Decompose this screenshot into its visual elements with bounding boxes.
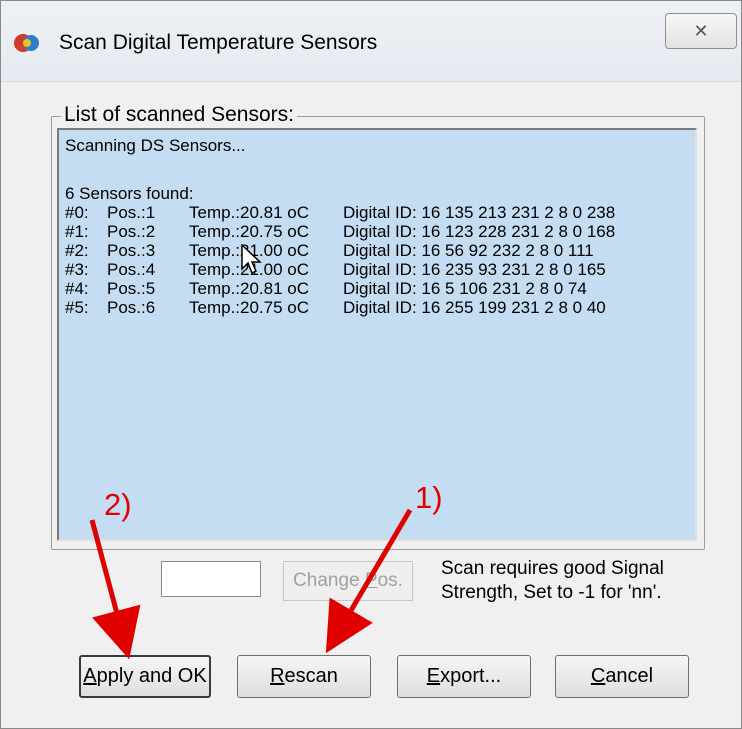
sensor-digital-id: Digital ID: 16 5 106 231 2 8 0 74 (343, 279, 587, 298)
sensor-temperature: Temp.:20.75 oC (189, 298, 310, 317)
sensor-digital-id: Digital ID: 16 235 93 231 2 8 0 165 (343, 260, 606, 279)
export-button[interactable]: Export... (397, 655, 531, 698)
change-pos-label-prefix: Change (293, 570, 365, 591)
change-pos-label-suffix: os. (377, 570, 403, 591)
sensor-digital-id: Digital ID: 16 123 228 231 2 8 0 168 (343, 222, 616, 241)
sensor-index: #4: (65, 279, 89, 298)
dialog-window: Scan Digital Temperature Sensors ✕ List … (0, 0, 742, 729)
apply-rest: pply and OK (96, 665, 207, 687)
scan-status-text: Scanning DS Sensors... (65, 136, 246, 155)
sensor-position: Pos.:3 (107, 241, 156, 260)
sensor-temperature: Temp.:20.75 oC (189, 222, 310, 241)
sensor-position: Pos.:1 (107, 203, 156, 222)
title-bar[interactable]: Scan Digital Temperature Sensors ✕ (1, 1, 741, 82)
sensor-position: Pos.:4 (107, 260, 156, 279)
window-title: Scan Digital Temperature Sensors (59, 31, 378, 54)
rescan-rest: escan (284, 665, 338, 687)
sensor-digital-id: Digital ID: 16 56 92 232 2 8 0 111 (343, 241, 594, 260)
close-button[interactable]: ✕ (665, 13, 737, 49)
sensor-index: #1: (65, 222, 89, 241)
cancel-accel: C (590, 665, 606, 687)
export-rest: xport... (440, 665, 502, 687)
export-accel: E (426, 665, 441, 687)
sensor-position: Pos.:6 (107, 298, 156, 317)
change-pos-label-accel: P (364, 570, 378, 591)
scan-hint: Scan requires good Signal Strength, Set … (441, 557, 664, 605)
sensor-index: #0: (65, 203, 89, 222)
sensor-list-group-label: List of scanned Sensors: (61, 103, 297, 127)
sensor-index: #5: (65, 298, 89, 317)
sensor-temperature: Temp.:20.81 oC (189, 279, 310, 298)
close-icon: ✕ (693, 20, 709, 41)
sensor-temperature: Temp.:20.81 oC (189, 203, 310, 222)
sensor-row: #5: Pos.:6 Temp.:20.75 oC Digital ID: 16… (65, 298, 606, 412)
rescan-button[interactable]: Rescan (237, 655, 371, 698)
apply-accel: A (83, 665, 97, 687)
sensor-position: Pos.:2 (107, 222, 156, 241)
rescan-accel: R (270, 665, 285, 687)
sensor-index: #2: (65, 241, 89, 260)
sensors-found-text: 6 Sensors found: (65, 184, 194, 203)
annotation-label-1: 1) (415, 480, 443, 515)
sensor-position: Pos.:5 (107, 279, 156, 298)
annotation-label-2: 2) (104, 487, 132, 522)
cancel-rest: ancel (605, 665, 654, 687)
mouse-cursor-icon (241, 244, 262, 275)
scan-hint-line-1: Scan requires good Signal (441, 558, 664, 579)
scan-hint-line-2: Strength, Set to -1 for 'nn'. (441, 582, 662, 603)
cancel-button[interactable]: Cancel (555, 655, 689, 698)
sensor-index: #3: (65, 260, 89, 279)
sensor-digital-id: Digital ID: 16 135 213 231 2 8 0 238 (343, 203, 616, 222)
change-pos-button[interactable]: Change Pos. (283, 561, 413, 601)
app-sensor-icon (14, 34, 39, 52)
sensor-digital-id: Digital ID: 16 255 199 231 2 8 0 40 (343, 298, 606, 317)
apply-and-ok-button[interactable]: Apply and OK (79, 655, 211, 698)
position-input[interactable] (161, 561, 261, 597)
sensor-list[interactable]: Scanning DS Sensors... 6 Sensors found: … (57, 128, 697, 541)
